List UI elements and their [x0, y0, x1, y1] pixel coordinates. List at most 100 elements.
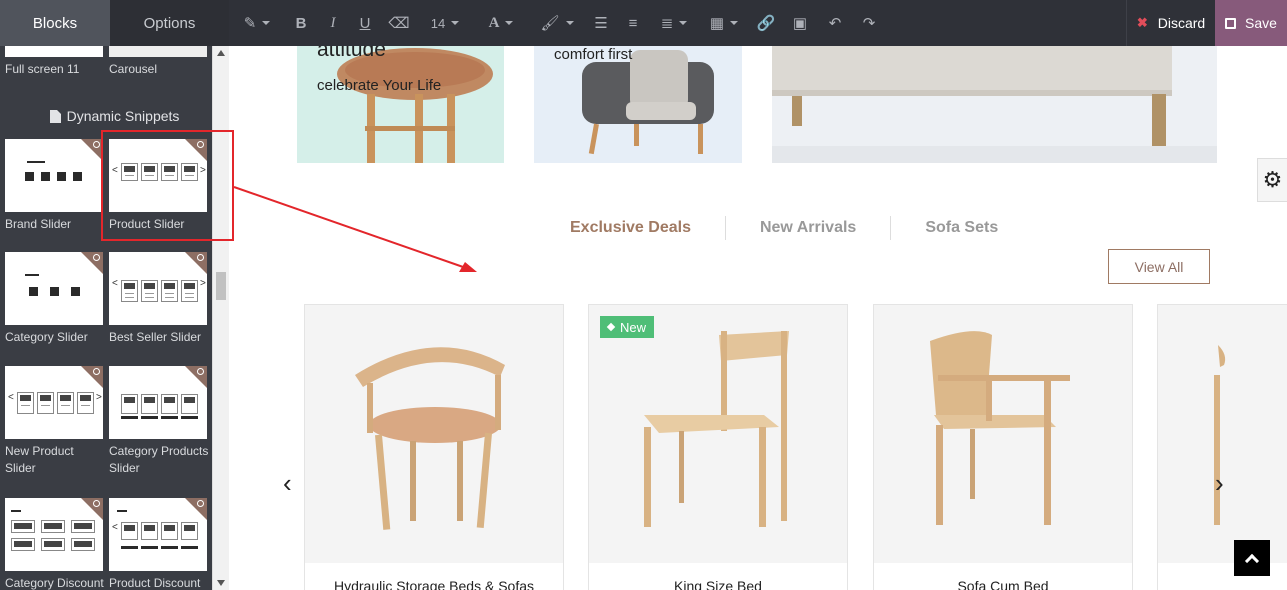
- tab-options[interactable]: Options: [110, 0, 229, 46]
- close-icon: ✖: [1136, 15, 1148, 30]
- chair-partial-image: [1214, 345, 1226, 525]
- snippet-brand-slider[interactable]: Brand Slider: [5, 139, 107, 233]
- underline-button[interactable]: U: [349, 0, 381, 46]
- product-name[interactable]: Hydraulic Storage Beds & Sofas: [305, 578, 563, 590]
- product-name[interactable]: Sofa Cum Bed: [874, 578, 1132, 590]
- tab-sofa-sets[interactable]: Sofa Sets: [891, 216, 1032, 240]
- align-left-icon: ≣: [660, 15, 674, 32]
- chevron-left-icon: <: [8, 392, 14, 403]
- tab-blocks[interactable]: Blocks: [0, 0, 110, 46]
- table-dropdown[interactable]: ▦: [699, 0, 749, 46]
- font-color-dropdown[interactable]: A: [473, 0, 529, 46]
- numbered-list-button[interactable]: ≡: [617, 0, 649, 46]
- undo-button[interactable]: ↶: [817, 0, 853, 46]
- underline-icon: U: [359, 14, 371, 32]
- highlight-box: [101, 130, 234, 241]
- snippet-full-screen-11[interactable]: Full screen 11: [5, 46, 107, 78]
- armchair-wood-image: [930, 331, 1070, 525]
- snippet-label: Category Discount: [5, 576, 104, 590]
- bold-button[interactable]: B: [285, 0, 317, 46]
- numbered-list-icon: ≡: [628, 14, 638, 32]
- slider-prev-icon[interactable]: ‹: [283, 468, 292, 499]
- product-tabs: Exclusive Deals New Arrivals Sofa Sets: [536, 216, 1032, 240]
- image-button[interactable]: ▣: [783, 0, 817, 46]
- snippet-label: Brand Slider: [5, 217, 72, 231]
- round-chair-image: [355, 347, 505, 530]
- font-size-value: 14: [430, 15, 446, 31]
- banner-subtitle: celebrate Your Life: [317, 77, 442, 94]
- view-all-button[interactable]: View All: [1108, 249, 1210, 284]
- scroll-down-arrow-icon[interactable]: [217, 580, 225, 586]
- discard-button[interactable]: ✖ Discard: [1126, 0, 1215, 46]
- tab-new-arrivals[interactable]: New Arrivals: [726, 216, 890, 240]
- edit-circle-icon: [197, 500, 204, 507]
- snippet-category-slider[interactable]: Category Slider: [5, 252, 107, 346]
- snippet-label: Full screen 11: [5, 62, 80, 76]
- eraser-icon: ⌫: [388, 15, 410, 32]
- page-canvas: attitude celebrate Your Life comfort fir…: [229, 46, 1287, 590]
- sofa-image: [772, 46, 1217, 163]
- snippet-thumbnail: < >: [109, 252, 207, 325]
- product-card[interactable]: Sofa Cum Bed: [873, 304, 1133, 590]
- snippet-category-products-slider[interactable]: Category Products Slider: [109, 366, 211, 477]
- redo-icon: ↷: [862, 15, 876, 32]
- edit-circle-icon: [93, 254, 100, 261]
- table-icon: ▦: [709, 15, 725, 32]
- product-card[interactable]: Hydraulic Storage Beds & Sofas: [304, 304, 564, 590]
- product-image: [1158, 305, 1287, 563]
- banner-attitude[interactable]: attitude celebrate Your Life: [297, 46, 504, 163]
- tag-icon: [606, 322, 616, 332]
- section-dynamic-snippets: Dynamic Snippets: [0, 106, 212, 126]
- paint-brush-icon: 🖌: [540, 15, 560, 32]
- editor-root: Blocks Options Full screen 11 Carousel D…: [0, 0, 1287, 590]
- eraser-button[interactable]: ⌫: [381, 0, 417, 46]
- brush-dropdown[interactable]: 🖌: [529, 0, 585, 46]
- snippet-thumbnail: [5, 252, 103, 325]
- snippet-best-seller-slider[interactable]: < > Best Seller Slider: [109, 252, 211, 346]
- scroll-thumb[interactable]: [216, 272, 226, 300]
- font-size-dropdown[interactable]: 14: [417, 0, 473, 46]
- snippet-product-discount[interactable]: < Product Discount: [109, 498, 211, 590]
- snippet-category-discount[interactable]: Category Discount: [5, 498, 107, 590]
- chevron-right-icon: >: [96, 392, 102, 403]
- save-label: Save: [1245, 15, 1277, 31]
- snippet-label: Best Seller Slider: [109, 330, 202, 344]
- link-button[interactable]: 🔗: [749, 0, 783, 46]
- edit-circle-icon: [197, 368, 204, 375]
- slider-next-icon[interactable]: ›: [1215, 468, 1224, 499]
- align-dropdown[interactable]: ≣: [649, 0, 699, 46]
- snippet-carousel[interactable]: Carousel: [109, 46, 211, 78]
- bullet-list-icon: ☰: [594, 15, 608, 32]
- new-badge: New: [600, 316, 655, 338]
- save-button[interactable]: Save: [1215, 0, 1287, 46]
- editor-toolbar: ✎ B I U ⌫ 14 A 🖌 ☰ ≡ ≣ ▦ 🔗 ▣ ↶ ↷ ✖ Disca…: [229, 0, 1287, 46]
- discard-label: Discard: [1157, 15, 1206, 31]
- file-icon: [49, 109, 61, 123]
- banner-title: attitude: [317, 46, 386, 61]
- sidebar-scrollbar[interactable]: [212, 46, 229, 590]
- snippet-thumbnail: < >: [5, 366, 103, 439]
- snippet-thumbnail: [5, 498, 103, 571]
- redo-button[interactable]: ↷: [853, 0, 885, 46]
- italic-button[interactable]: I: [317, 0, 349, 46]
- product-image: [305, 305, 563, 563]
- banner-comfort[interactable]: comfort first: [534, 46, 742, 163]
- font-color-icon: A: [488, 14, 500, 31]
- back-to-top-button[interactable]: [1234, 540, 1270, 576]
- snippet-thumbnail: [109, 46, 207, 57]
- scroll-up-arrow-icon[interactable]: [217, 50, 225, 56]
- banner-subtitle: comfort first: [554, 46, 633, 63]
- image-icon: ▣: [792, 15, 808, 32]
- product-image: [589, 305, 847, 563]
- bullet-list-button[interactable]: ☰: [585, 0, 617, 46]
- banner-sofa[interactable]: [772, 46, 1217, 163]
- undo-icon: ↶: [828, 15, 842, 32]
- snippet-label: Category Slider: [5, 330, 88, 344]
- gear-icon[interactable]: ⚙: [1257, 158, 1287, 202]
- product-card[interactable]: New King Size Bed: [588, 304, 848, 590]
- product-name[interactable]: King Size Bed: [589, 578, 847, 590]
- snippet-label: Category Products Slider: [109, 444, 209, 475]
- tab-exclusive-deals[interactable]: Exclusive Deals: [536, 216, 725, 240]
- snippet-new-product-slider[interactable]: < > New Product Slider: [5, 366, 107, 477]
- magic-wand-dropdown[interactable]: ✎: [229, 0, 285, 46]
